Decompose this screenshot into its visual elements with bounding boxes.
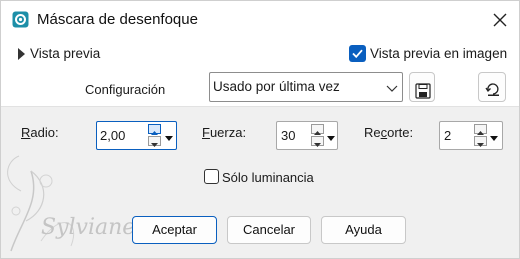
chevron-down-icon[interactable] [386, 82, 398, 97]
config-select-value: Usado por última vez [213, 79, 340, 94]
reset-icon [485, 80, 501, 106]
fuerza-input[interactable]: 30 [276, 121, 338, 150]
preview-toggle-label[interactable]: Vista previa [30, 46, 100, 61]
dialog-window: Máscara de desenfoque Vista previa Vista… [0, 0, 520, 259]
image-preview-checkbox[interactable] [349, 45, 366, 62]
radio-label: Radio: [21, 125, 59, 140]
radio-dropdown-icon[interactable] [164, 131, 174, 146]
fuerza-spin-down[interactable] [311, 136, 324, 147]
radio-value: 2,00 [100, 128, 126, 143]
config-label: Configuración [85, 82, 166, 97]
luminance-label: Sólo luminancia [222, 170, 314, 185]
cancel-button[interactable]: Cancelar [227, 216, 311, 244]
watermark-text: Sylviane [41, 215, 136, 240]
recorte-spin-up[interactable] [474, 124, 487, 135]
save-icon [415, 80, 431, 110]
blur-app-icon [12, 11, 29, 28]
fuerza-value: 30 [281, 128, 296, 143]
window-title: Máscara de desenfoque [37, 11, 198, 28]
config-select[interactable]: Usado por última vez [209, 72, 403, 102]
fuerza-dropdown-icon[interactable] [326, 131, 336, 146]
image-preview-label: Vista previa en imagen [370, 46, 508, 61]
recorte-input[interactable]: 2 [439, 121, 503, 150]
radio-spin-up[interactable] [148, 124, 161, 135]
recorte-label: Recorte: [364, 125, 414, 140]
close-icon[interactable] [481, 1, 519, 39]
reset-button[interactable] [478, 72, 506, 102]
accept-button[interactable]: Aceptar [132, 216, 217, 244]
expand-triangle-icon[interactable] [18, 48, 25, 63]
radio-input[interactable]: 2,00 [96, 121, 177, 150]
radio-spin-down[interactable] [148, 136, 161, 147]
fuerza-label: Fuerza: [202, 125, 247, 140]
luminance-checkbox[interactable] [204, 169, 219, 184]
help-button[interactable]: Ayuda [321, 216, 406, 244]
recorte-spin-down[interactable] [474, 136, 487, 147]
header-panel: Vista previa Vista previa en imagen Conf… [1, 39, 519, 107]
recorte-dropdown-icon[interactable] [489, 131, 499, 146]
save-button[interactable] [409, 72, 435, 102]
fuerza-spin-up[interactable] [311, 124, 324, 135]
title-bar: Máscara de desenfoque [1, 1, 519, 39]
recorte-value: 2 [444, 128, 452, 143]
